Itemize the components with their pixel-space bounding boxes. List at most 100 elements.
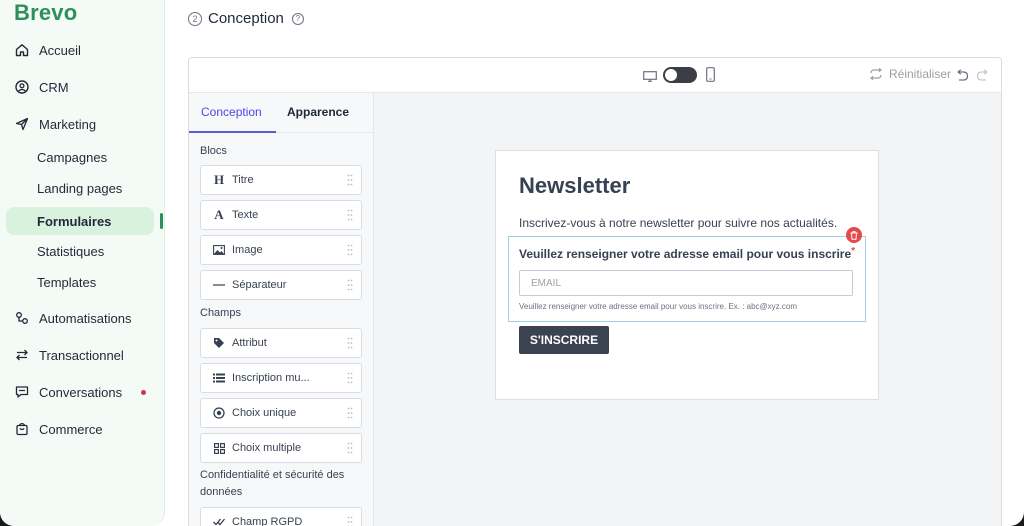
editor-toolbar: Réinitialiser xyxy=(189,58,1001,93)
tab-divider xyxy=(276,132,373,133)
form-description[interactable]: Inscrivez-vous à notre newsletter pour s… xyxy=(519,216,837,230)
app-window: Brevo Accueil CRM Marketing Campagnes La… xyxy=(0,0,1024,526)
sidebar: Brevo Accueil CRM Marketing Campagnes La… xyxy=(0,0,165,526)
nav-item-crm[interactable]: CRM xyxy=(0,72,164,102)
block-label: Choix multiple xyxy=(232,442,302,454)
tab-conception[interactable]: Conception xyxy=(201,105,262,119)
confidentialite-heading: Confidentialité et sécurité des données xyxy=(200,469,345,498)
subscribe-button[interactable]: S'INSCRIRE xyxy=(519,326,609,354)
drag-handle-icon[interactable] xyxy=(347,174,353,186)
radio-icon xyxy=(212,407,226,419)
automation-icon xyxy=(14,310,30,326)
reset-button[interactable]: Réinitialiser xyxy=(869,67,951,81)
sub-item-statistiques[interactable]: Statistiques xyxy=(37,242,104,262)
check-shield-icon xyxy=(212,517,226,526)
email-field-label: Veuillez renseigner votre adresse email … xyxy=(519,246,856,261)
text-icon: A xyxy=(214,207,224,222)
block-label: Titre xyxy=(232,174,254,186)
block-label: Séparateur xyxy=(232,279,287,291)
blocks-panel: Conception Apparence Blocs H Titre A Tex… xyxy=(189,93,374,526)
block-choix-unique[interactable]: Choix unique xyxy=(200,398,362,428)
nav-item-marketing[interactable]: Marketing xyxy=(0,109,164,139)
tab-apparence[interactable]: Apparence xyxy=(287,105,349,119)
block-texte[interactable]: A Texte xyxy=(200,200,362,230)
drag-handle-icon[interactable] xyxy=(347,372,353,384)
device-toggle[interactable] xyxy=(663,67,697,83)
delete-field-button[interactable] xyxy=(846,227,862,243)
block-image[interactable]: Image xyxy=(200,235,362,265)
page-header: 2 Conception ? xyxy=(188,10,304,27)
help-icon[interactable]: ? xyxy=(291,12,304,25)
nav-label: Commerce xyxy=(39,421,103,437)
trash-icon xyxy=(850,230,858,240)
block-label: Champ RGPD xyxy=(232,516,303,526)
block-champ-rgpd[interactable]: Champ RGPD xyxy=(200,507,362,526)
mobile-icon[interactable] xyxy=(706,67,715,82)
nav-label: Accueil xyxy=(39,42,81,58)
nav-label: Conversations xyxy=(39,384,123,400)
undo-icon[interactable] xyxy=(955,68,969,81)
champs-heading: Champs xyxy=(200,307,241,319)
nav-item-automatisations[interactable]: Automatisations xyxy=(0,303,164,333)
list-icon xyxy=(212,373,226,383)
nav-item-conversations[interactable]: Conversations xyxy=(0,377,164,407)
tag-icon xyxy=(212,337,226,349)
block-label: Choix unique xyxy=(232,407,297,419)
reset-label: Réinitialiser xyxy=(889,67,952,81)
drag-handle-icon[interactable] xyxy=(347,279,353,291)
email-help-text: Veuillez renseigner votre adresse email … xyxy=(519,302,798,311)
brand-logo[interactable]: Brevo xyxy=(14,0,77,26)
grid-icon xyxy=(212,442,226,454)
notification-dot xyxy=(141,390,146,395)
chat-icon xyxy=(14,384,30,400)
form-preview: Newsletter Inscrivez-vous à notre newsle… xyxy=(495,150,879,400)
home-icon xyxy=(14,42,30,58)
nav-label: CRM xyxy=(39,79,69,95)
step-number: 2 xyxy=(188,11,202,26)
nav-item-accueil[interactable]: Accueil xyxy=(0,35,164,65)
contact-icon xyxy=(14,79,30,95)
sub-item-campagnes[interactable]: Campagnes xyxy=(37,148,107,168)
image-icon xyxy=(212,245,226,255)
form-editor: Réinitialiser Conception Apparence Blocs… xyxy=(188,57,1002,526)
email-input[interactable]: EMAIL xyxy=(519,270,853,296)
refresh-icon xyxy=(869,68,883,80)
toggle-knob xyxy=(665,69,677,81)
drag-handle-icon[interactable] xyxy=(347,209,353,221)
active-indicator xyxy=(160,213,163,229)
heading-icon: H xyxy=(213,172,225,187)
sub-item-formulaires-label: Formulaires xyxy=(37,214,112,229)
block-choix-multiple[interactable]: Choix multiple xyxy=(200,433,362,463)
required-mark: * xyxy=(851,246,856,257)
nav-label: Automatisations xyxy=(39,310,132,326)
drag-handle-icon[interactable] xyxy=(347,442,353,454)
block-attribut[interactable]: Attribut xyxy=(200,328,362,358)
page-title: Conception xyxy=(208,10,284,27)
desktop-icon[interactable] xyxy=(643,69,657,82)
drag-handle-icon[interactable] xyxy=(347,516,353,526)
redo-icon[interactable] xyxy=(976,68,990,81)
send-icon xyxy=(14,116,30,132)
nav-item-transactionnel[interactable]: Transactionnel xyxy=(0,340,164,370)
form-title[interactable]: Newsletter xyxy=(519,173,630,199)
email-field-block[interactable]: Veuillez renseigner votre adresse email … xyxy=(508,236,866,322)
block-titre[interactable]: H Titre xyxy=(200,165,362,195)
swap-icon xyxy=(14,347,30,363)
active-tab-underline xyxy=(189,131,276,133)
block-inscription-multiple[interactable]: Inscription mu... xyxy=(200,363,362,393)
block-label: Texte xyxy=(232,209,259,221)
nav-item-commerce[interactable]: Commerce xyxy=(0,414,164,444)
block-separateur[interactable]: Séparateur xyxy=(200,270,362,300)
sub-item-landing-pages[interactable]: Landing pages xyxy=(37,179,122,199)
drag-handle-icon[interactable] xyxy=(347,407,353,419)
block-label: Inscription mu... xyxy=(232,372,310,384)
blocs-heading: Blocs xyxy=(200,145,227,157)
drag-handle-icon[interactable] xyxy=(347,337,353,349)
block-label: Attribut xyxy=(232,337,267,349)
email-label-text: Veuillez renseigner votre adresse email … xyxy=(519,247,852,261)
divider-icon xyxy=(212,283,226,287)
sub-item-templates[interactable]: Templates xyxy=(37,273,96,293)
drag-handle-icon[interactable] xyxy=(347,244,353,256)
nav-label: Marketing xyxy=(39,116,97,132)
nav-label: Transactionnel xyxy=(39,347,124,363)
